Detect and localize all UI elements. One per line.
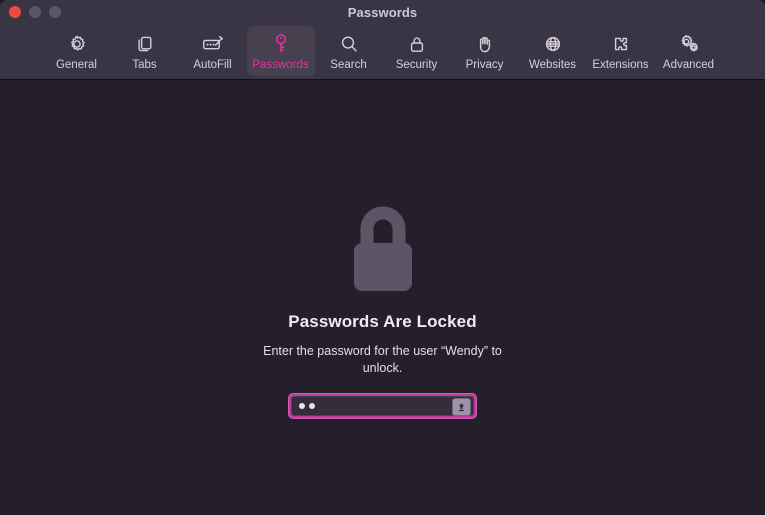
preferences-toolbar: General Tabs AutoFill Passwords Search S… bbox=[0, 24, 765, 80]
key-icon bbox=[270, 31, 292, 57]
key-autofill-icon[interactable] bbox=[452, 398, 471, 416]
toolbar-item-label: Advanced bbox=[662, 59, 715, 71]
toolbar-item-label: Passwords bbox=[252, 59, 309, 71]
toolbar-item-label: Security bbox=[395, 59, 438, 71]
toolbar-item-general[interactable]: General bbox=[43, 26, 111, 76]
toolbar-item-label: General bbox=[56, 59, 97, 71]
title-bar: Passwords bbox=[0, 0, 765, 24]
toolbar-item-privacy[interactable]: Privacy bbox=[451, 26, 519, 76]
toolbar-item-label: AutoFill bbox=[193, 59, 232, 71]
preferences-window: Passwords General Tabs AutoFill Password… bbox=[0, 0, 765, 515]
toolbar-item-tabs[interactable]: Tabs bbox=[111, 26, 179, 76]
puzzle-icon bbox=[610, 31, 632, 57]
magnifier-icon bbox=[338, 31, 360, 57]
toolbar-item-websites[interactable]: Websites bbox=[519, 26, 587, 76]
password-dot bbox=[299, 403, 305, 409]
toolbar-item-passwords[interactable]: Passwords bbox=[246, 26, 315, 76]
toolbar-item-autofill[interactable]: AutoFill bbox=[179, 26, 247, 76]
toolbar-item-security[interactable]: Security bbox=[383, 26, 451, 76]
passwords-locked-pane: Passwords Are Locked Enter the password … bbox=[0, 80, 765, 515]
zoom-window-button[interactable] bbox=[49, 6, 61, 18]
toolbar-item-label: Websites bbox=[528, 59, 577, 71]
close-window-button[interactable] bbox=[9, 6, 21, 18]
toolbar-item-advanced[interactable]: Advanced bbox=[655, 26, 723, 76]
page-title: Passwords Are Locked bbox=[288, 312, 477, 331]
password-masked-value bbox=[299, 403, 315, 409]
text-caret bbox=[315, 400, 316, 412]
hand-icon bbox=[474, 31, 496, 57]
window-title: Passwords bbox=[347, 4, 418, 20]
minimize-window-button[interactable] bbox=[29, 6, 41, 18]
toolbar-item-label: Tabs bbox=[132, 59, 157, 71]
toolbar-item-label: Search bbox=[330, 59, 367, 71]
toolbar-item-extensions[interactable]: Extensions bbox=[587, 26, 655, 76]
password-field-focus-ring bbox=[288, 393, 477, 419]
gears-icon bbox=[677, 31, 701, 57]
toolbar-item-label: Extensions bbox=[592, 59, 649, 71]
gear-icon bbox=[66, 31, 88, 57]
autofill-icon bbox=[201, 31, 225, 57]
tabs-icon bbox=[134, 31, 156, 57]
large-padlock-icon bbox=[343, 199, 423, 294]
padlock-icon bbox=[406, 31, 428, 57]
traffic-light-group bbox=[9, 0, 61, 24]
toolbar-item-label: Privacy bbox=[465, 59, 504, 71]
globe-icon bbox=[542, 31, 564, 57]
toolbar-item-search[interactable]: Search bbox=[315, 26, 383, 76]
password-input[interactable] bbox=[291, 396, 474, 416]
page-subtitle: Enter the password for the user “Wendy” … bbox=[263, 344, 502, 375]
